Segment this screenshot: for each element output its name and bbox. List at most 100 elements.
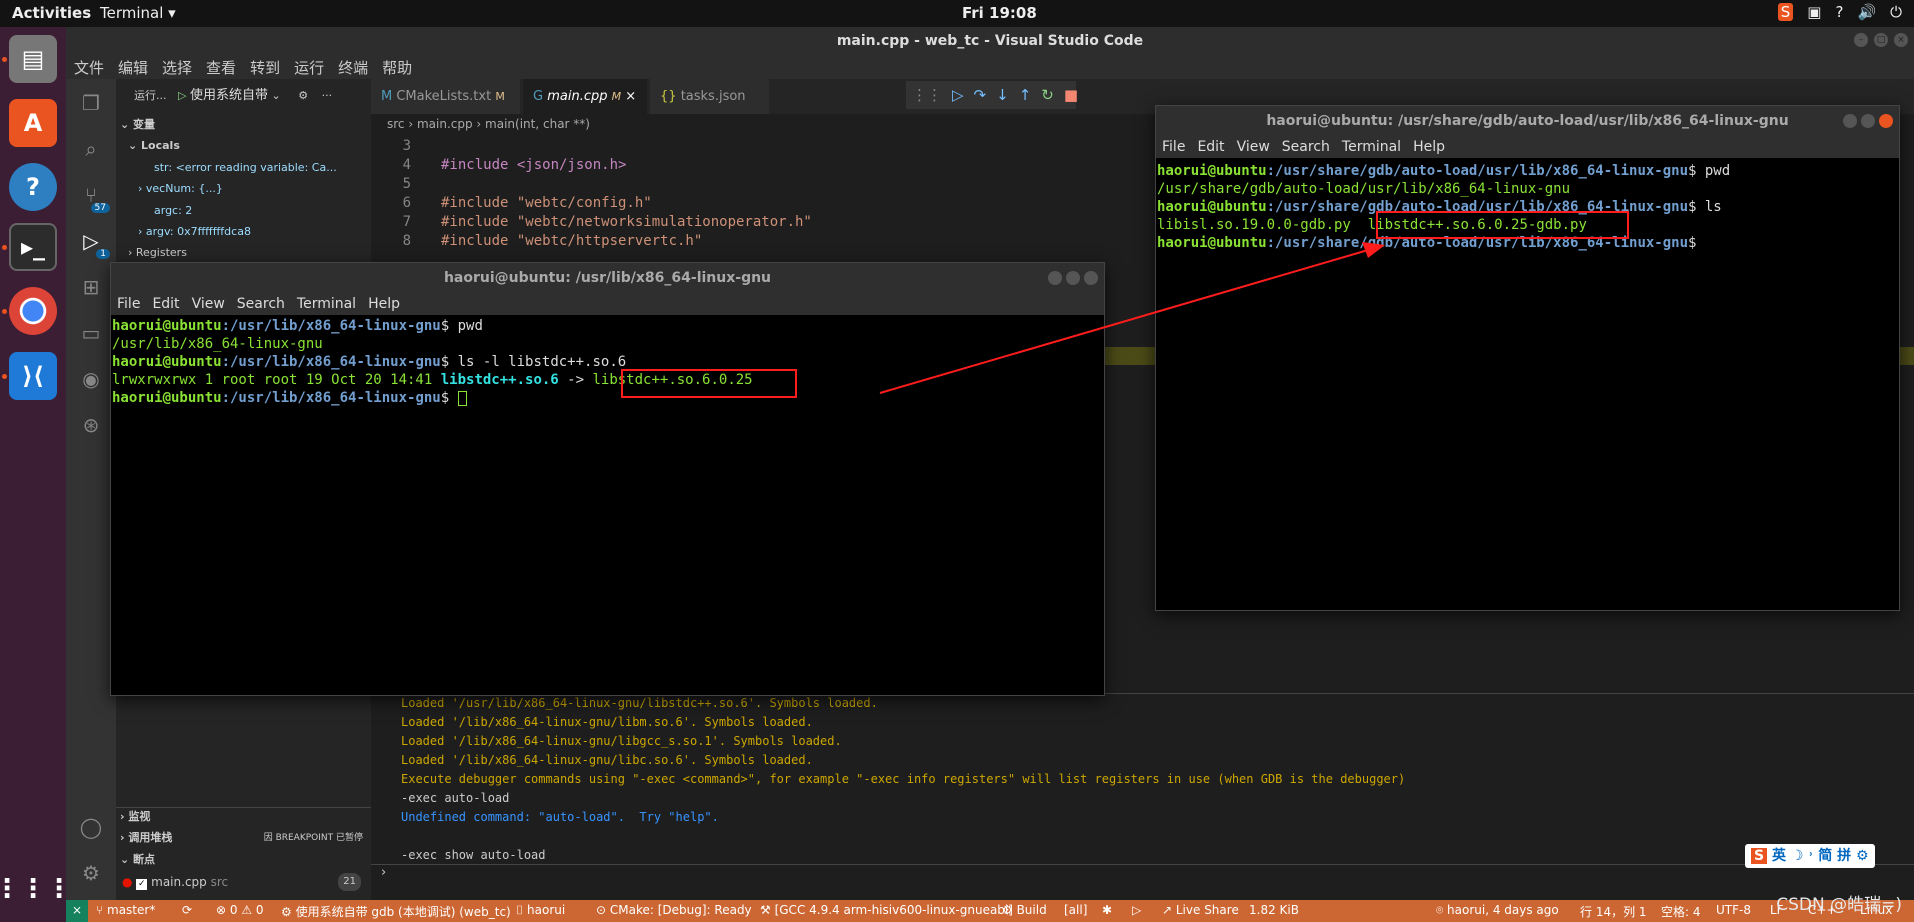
indentation[interactable]: 空格: 4	[1661, 903, 1701, 920]
step-out-icon[interactable]: ↑	[1019, 86, 1032, 104]
close-tab-icon[interactable]: ×	[625, 89, 636, 104]
close-button[interactable]	[1879, 114, 1893, 128]
maximize-button[interactable]	[1066, 271, 1080, 285]
menu-help[interactable]: 帮助	[382, 57, 412, 78]
variables-header[interactable]: ⌄ 变量	[116, 116, 371, 134]
clock[interactable]: Fri 19:08	[962, 4, 1037, 22]
power-icon[interactable]: ⏻	[1890, 3, 1902, 21]
menu-view[interactable]: 查看	[206, 57, 236, 78]
software-center-icon[interactable]: A	[9, 99, 57, 147]
stop-icon[interactable]: ■	[1064, 86, 1078, 104]
liveshare-button[interactable]: ↗ Live Share	[1162, 903, 1239, 917]
breakpoints-header[interactable]: ⌄ 断点	[116, 851, 371, 869]
system-tray[interactable]: S ▣ ? 🔊 ⏻	[1777, 3, 1902, 21]
sync-icon[interactable]: ⟳	[182, 903, 192, 917]
minimize-button[interactable]	[1843, 114, 1857, 128]
debug-status[interactable]: ⚙ 使用系统自带 gdb (本地调试) (web_tc)	[281, 903, 511, 920]
settings-gear-icon[interactable]: ⚙	[78, 861, 104, 887]
code-line[interactable]: 5	[371, 175, 971, 194]
tab-main-cpp[interactable]: G main.cpp M ×	[523, 79, 648, 114]
activities-button[interactable]: Activities	[12, 4, 91, 22]
terminal-icon[interactable]: ▸_	[9, 223, 57, 271]
terminal-1-output[interactable]: haorui@ubuntu:/usr/lib/x86_64-linux-gnu$…	[111, 315, 1104, 407]
tab-tasks-json[interactable]: {} tasks.json	[650, 79, 770, 114]
variable-argc[interactable]: argc: 2	[116, 202, 371, 220]
code-line[interactable]: 8 #include "webtc/httpservertc.h"	[371, 232, 971, 251]
registers-scope[interactable]: › Registers	[116, 244, 371, 262]
maximize-button[interactable]: □	[1874, 33, 1888, 47]
help-icon[interactable]: ?	[9, 163, 57, 211]
callstack-header[interactable]: › 调用堆栈因 BREAKPOINT 已暂停	[116, 829, 371, 847]
variable-str[interactable]: str: <error reading variable: Ca...	[116, 159, 371, 177]
tab-cmakelists[interactable]: M CMakeLists.txt M	[371, 79, 521, 114]
terminal-window-2[interactable]: haorui@ubuntu: /usr/share/gdb/auto-load/…	[1155, 105, 1900, 611]
menu-run[interactable]: 运行	[294, 57, 324, 78]
explorer-icon[interactable]: ❐	[78, 91, 104, 117]
menu-goto[interactable]: 转到	[250, 57, 280, 78]
extensions-icon[interactable]: ⊞	[78, 275, 104, 301]
code-line[interactable]: 7 #include "webtc/networksimulationoperat…	[371, 213, 971, 232]
target-select[interactable]: [all]	[1064, 903, 1087, 917]
run-debug-icon[interactable]: ▷ 1	[78, 229, 110, 259]
app-menu[interactable]: Terminal ▾	[100, 4, 176, 22]
files-icon[interactable]: ▤	[9, 35, 57, 83]
close-button[interactable]	[1084, 271, 1098, 285]
search-icon[interactable]: ⌕	[78, 137, 104, 163]
app-grid-icon[interactable]: ⋮⋮⋮	[0, 865, 72, 913]
menu-file[interactable]: 文件	[74, 57, 104, 78]
sogou-icon[interactable]: S	[1777, 3, 1794, 21]
remote-icon[interactable]: ⨯	[66, 900, 88, 922]
breakpoint-checkbox[interactable]: ✓	[136, 879, 148, 890]
variable-argv[interactable]: › argv: 0x7fffffffdca8	[116, 223, 371, 241]
screen-icon[interactable]: ▣	[1807, 3, 1821, 21]
cmake-status[interactable]: ⊙ CMake: [Debug]: Ready	[596, 903, 752, 917]
github-icon[interactable]: ◉	[78, 367, 104, 393]
code-line[interactable]: 6 #include "webtc/config.h"	[371, 194, 971, 213]
terminal-1-title: haorui@ubuntu: /usr/lib/x86_64-linux-gnu	[111, 263, 1104, 293]
cursor-position[interactable]: 行 14，列 1	[1580, 903, 1647, 920]
step-into-icon[interactable]: ↓	[996, 86, 1009, 104]
kit-status[interactable]: ⚒ [GCC 4.9.4 arm-hisiv600-linux-gnueabi]	[760, 903, 1013, 917]
user-status[interactable]: ⌷ haorui	[516, 903, 565, 918]
chrome-icon[interactable]	[9, 287, 57, 335]
step-over-icon[interactable]: ↷	[974, 86, 987, 104]
remote-explorer-icon[interactable]: ▭	[78, 321, 104, 347]
help-icon[interactable]: ?	[1835, 3, 1843, 21]
chevron-down-icon[interactable]: ⌄	[271, 89, 280, 102]
menu-selection[interactable]: 选择	[162, 57, 192, 78]
source-control-icon[interactable]: ⑂ 57	[78, 183, 110, 213]
git-branch[interactable]: ⑂ master*	[96, 903, 155, 917]
problems-count[interactable]: ⊗ 0 ⚠ 0	[216, 903, 264, 917]
menu-terminal[interactable]: 终端	[338, 57, 368, 78]
menu-edit[interactable]: 编辑	[118, 57, 148, 78]
start-debug-icon[interactable]: ▷	[178, 89, 186, 102]
ime-toolbar[interactable]: S 英 ☽ ˒ 简 拼 ⚙	[1745, 844, 1875, 868]
vscode-icon[interactable]: ⟩⟨	[9, 352, 57, 400]
maximize-button[interactable]	[1861, 114, 1875, 128]
terminal-window-1[interactable]: haorui@ubuntu: /usr/lib/x86_64-linux-gnu…	[110, 262, 1105, 696]
minimize-button[interactable]	[1048, 271, 1062, 285]
variable-vecnum[interactable]: › vecNum: {...}	[116, 180, 371, 198]
debug-config-select[interactable]: 使用系统自带	[190, 88, 268, 103]
gear-icon[interactable]: ⚙	[298, 89, 308, 102]
console-input[interactable]: ›	[371, 864, 1914, 884]
more-icon[interactable]: ···	[322, 89, 333, 102]
continue-icon[interactable]: ▷	[952, 86, 964, 104]
locals-scope[interactable]: ⌄ Locals	[116, 137, 371, 155]
close-button[interactable]: ×	[1894, 33, 1908, 47]
run-icon[interactable]: ▷	[1132, 903, 1141, 917]
restart-icon[interactable]: ↻	[1041, 86, 1054, 104]
git-graph-icon[interactable]: ⊛	[78, 413, 104, 439]
code-line[interactable]: 4 #include <json/json.h>	[371, 156, 971, 175]
volume-icon[interactable]: 🔊	[1857, 3, 1876, 21]
breakpoint-item[interactable]: ● ✓ main.cpp src 21	[116, 873, 371, 891]
encoding[interactable]: UTF-8	[1716, 903, 1751, 917]
bug-icon[interactable]: ✱	[1102, 903, 1112, 917]
account-icon[interactable]: ◯	[78, 815, 104, 841]
minimize-button[interactable]: –	[1854, 33, 1868, 47]
watch-header[interactable]: › 监视	[116, 807, 371, 825]
build-button[interactable]: ⚙ Build	[1002, 903, 1047, 917]
git-blame[interactable]: ⌾ haorui, 4 days ago	[1436, 903, 1559, 918]
code-line[interactable]: 3	[371, 137, 971, 156]
drag-handle-icon[interactable]: ⋮⋮	[912, 86, 942, 104]
